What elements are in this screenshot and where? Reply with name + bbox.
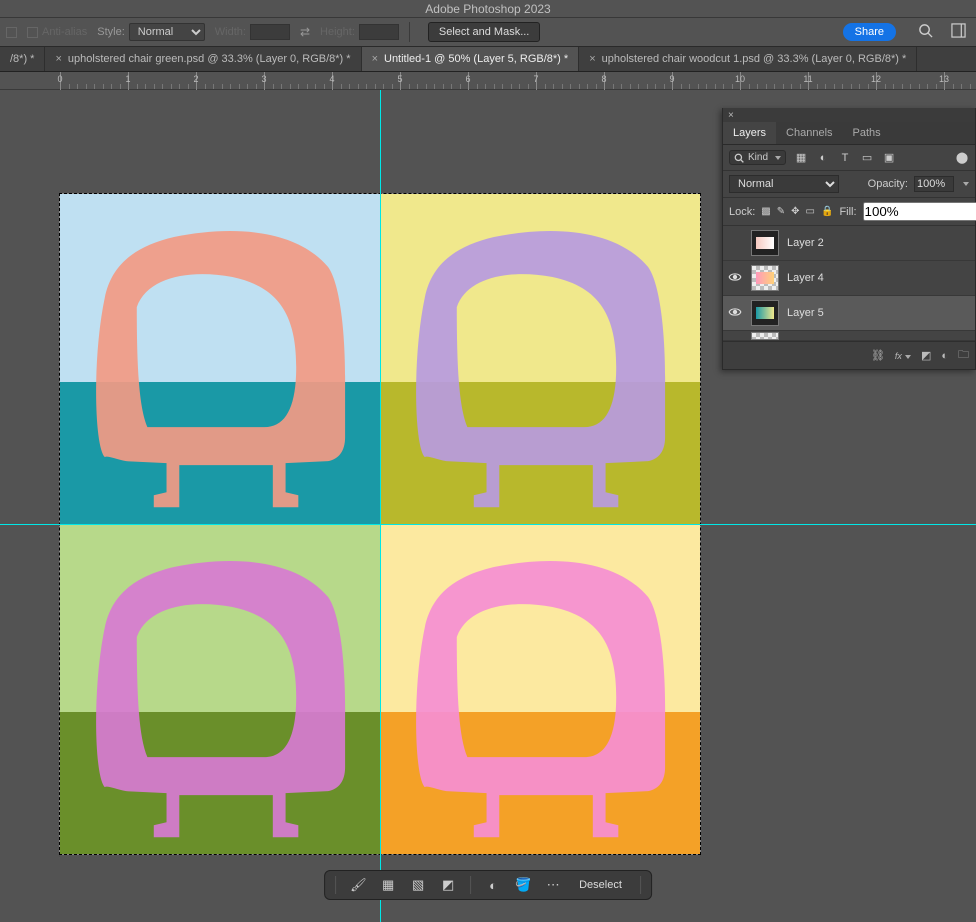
filter-smart-icon[interactable]: ▣ [882, 151, 896, 164]
ruler-horizontal[interactable]: 012345678910111213 [0, 72, 976, 90]
layer-visibility-icon[interactable] [727, 271, 743, 285]
options-bar: Anti-alias Style: Normal Width: ⇄ Height… [0, 18, 976, 47]
layer-thumbnail[interactable] [751, 230, 779, 256]
document-tab-label: upholstered chair green.psd @ 33.3% (Lay… [68, 53, 351, 65]
fx-icon[interactable]: fx [895, 351, 911, 361]
filter-pixel-icon[interactable]: ▦ [794, 151, 808, 164]
lock-pos-icon[interactable]: ✥ [791, 206, 799, 217]
opacity-input[interactable] [914, 176, 954, 192]
document-tab[interactable]: × upholstered chair green.psd @ 33.3% (La… [45, 47, 361, 71]
fill-input[interactable] [863, 202, 976, 221]
sel-mode-box[interactable] [6, 27, 17, 38]
document-tab[interactable]: × Untitled-1 @ 50% (Layer 5, RGB/8*) * [362, 47, 580, 71]
options-divider [409, 22, 410, 42]
layer-filter-row: Kind ▦ ◐ T ▭ ▣ ⬤ [723, 145, 975, 171]
mask-add-icon[interactable]: ◩ [921, 349, 931, 362]
lock-all-icon[interactable]: 🔒 [821, 206, 833, 217]
canvas-quadrant [380, 524, 700, 854]
document-tabs: /8*) * × upholstered chair green.psd @ 33.… [0, 47, 976, 72]
layer-thumbnail[interactable] [751, 265, 779, 291]
panel-head[interactable]: × [723, 108, 975, 122]
workspace-icon[interactable] [951, 23, 966, 41]
transform-sel-icon[interactable]: ▧ [410, 877, 426, 893]
canvas-quadrant [60, 194, 380, 524]
brush-icon[interactable]: 🖌 [350, 877, 366, 893]
layers-panel[interactable]: × LayersChannelsPaths Kind ▦ ◐ T ▭ ▣ ⬤ N… [722, 108, 976, 370]
layer-visibility-icon[interactable] [727, 306, 743, 320]
guide-vertical[interactable] [380, 90, 381, 922]
guide-horizontal[interactable] [0, 524, 976, 525]
lock-fill-row: Lock: ▩ ✎ ✥ ▭ 🔒 Fill: [723, 198, 975, 226]
layer-row[interactable] [723, 331, 975, 341]
height-input [359, 24, 399, 40]
lock-artboard-icon[interactable]: ▭ [806, 206, 815, 217]
document-tab[interactable]: /8*) * [0, 47, 45, 71]
close-tab-icon[interactable]: × [589, 53, 595, 65]
close-panel-icon[interactable]: × [723, 110, 739, 121]
search-icon[interactable] [918, 23, 933, 41]
blend-opacity-row: Normal Opacity: [723, 171, 975, 198]
layer-row[interactable]: Layer 5 [723, 296, 975, 331]
width-input [250, 24, 290, 40]
layers-list: Layer 2 Layer 4 Layer 5 [723, 226, 975, 341]
filter-shape-icon[interactable]: ▭ [860, 151, 874, 164]
panel-tabs: LayersChannelsPaths [723, 122, 975, 145]
context-task-bar[interactable]: 🖌 ▦ ▧ ◩ ◐ 🪣 ⋯ Deselect [324, 870, 652, 900]
blend-mode-select[interactable]: Normal [729, 175, 839, 193]
lock-image-icon[interactable]: ✎ [777, 206, 785, 217]
layer-filter-kind[interactable]: Kind [729, 150, 786, 165]
panel-tab[interactable]: Layers [723, 122, 776, 144]
fill-icon[interactable]: 🪣 [515, 877, 531, 893]
more-icon[interactable]: ⋯ [545, 877, 561, 893]
fill-label: Fill: [839, 206, 856, 218]
style-select[interactable]: Normal [129, 23, 205, 41]
close-tab-icon[interactable]: × [55, 53, 61, 65]
layer-name[interactable]: Layer 5 [787, 307, 824, 319]
layer-row[interactable]: Layer 4 [723, 261, 975, 296]
lock-label: Lock: [729, 206, 755, 218]
select-and-mask-button[interactable]: Select and Mask... [428, 22, 541, 42]
app-title-bar: Adobe Photoshop 2023 [0, 0, 976, 18]
document-tab-label: /8*) * [10, 53, 34, 65]
style-label: Style: [97, 26, 125, 38]
filter-toggle-icon[interactable]: ⬤ [955, 151, 969, 164]
panel-footer: ⛓ fx ◩ ◐ 🗀 [723, 341, 975, 369]
canvas-quadrant [380, 194, 700, 524]
document-tab[interactable]: × upholstered chair woodcut 1.psd @ 33.3%… [579, 47, 917, 71]
swap-wh-icon[interactable]: ⇄ [300, 25, 310, 39]
link-layers-icon[interactable]: ⛓ [871, 349, 885, 362]
document-tab-label: Untitled-1 @ 50% (Layer 5, RGB/8*) * [384, 53, 568, 65]
filter-type-icon[interactable]: T [838, 152, 852, 164]
lock-trans-icon[interactable]: ▩ [761, 206, 770, 217]
canvas-quadrant [60, 524, 380, 854]
document-tab-label: upholstered chair woodcut 1.psd @ 33.3% … [602, 53, 907, 65]
mask-icon[interactable]: ◩ [440, 877, 456, 893]
share-button[interactable]: Share [843, 23, 896, 41]
panel-tab[interactable]: Paths [843, 122, 891, 144]
opacity-label: Opacity: [868, 178, 908, 190]
close-tab-icon[interactable]: × [372, 53, 378, 65]
layer-name[interactable]: Layer 2 [787, 237, 824, 249]
layer-row[interactable]: Layer 2 [723, 226, 975, 261]
panel-tab[interactable]: Channels [776, 122, 842, 144]
layer-thumbnail[interactable] [751, 300, 779, 326]
filter-adjust-icon[interactable]: ◐ [816, 152, 830, 164]
app-title: Adobe Photoshop 2023 [425, 2, 550, 16]
subtract-sel-icon[interactable]: ▦ [380, 877, 396, 893]
anti-alias-label: Anti-alias [27, 26, 87, 38]
layer-name[interactable]: Layer 4 [787, 272, 824, 284]
adjustment-icon[interactable]: ◐ [485, 878, 501, 893]
height-label: Height: [320, 26, 355, 38]
adjustment-layer-icon[interactable]: ◐ [941, 350, 948, 362]
group-icon[interactable]: 🗀 [958, 346, 969, 365]
width-label: Width: [215, 26, 246, 38]
deselect-button[interactable]: Deselect [575, 879, 626, 891]
